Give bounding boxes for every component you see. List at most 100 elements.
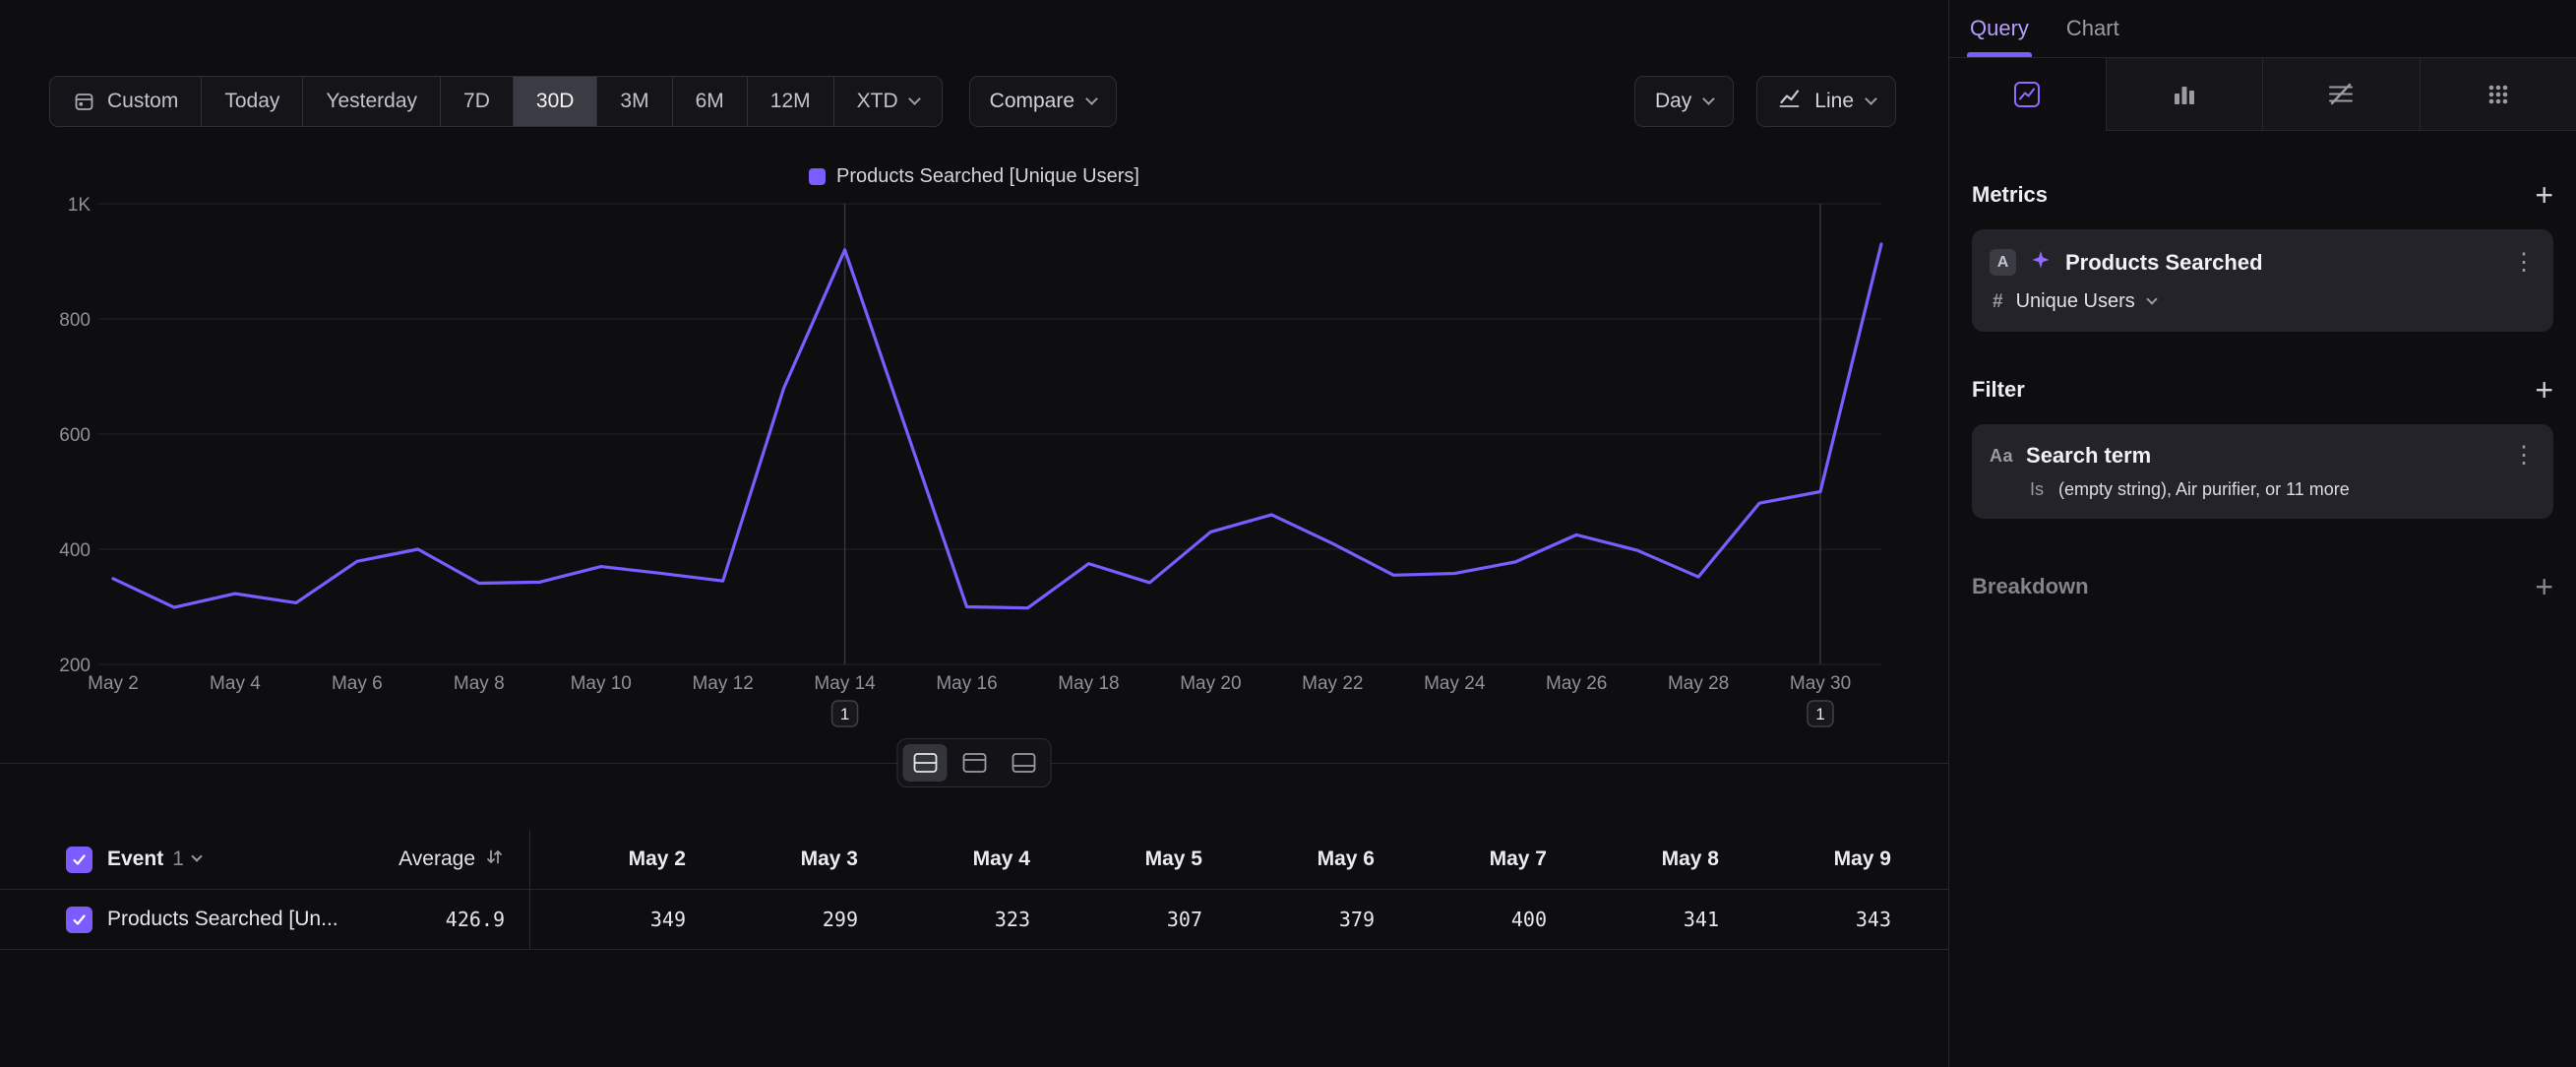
x-axis-tick-label: May 10 (571, 673, 632, 694)
add-metric-button[interactable]: + (2535, 182, 2553, 208)
metric-name[interactable]: Products Searched (2065, 250, 2499, 276)
metric-card[interactable]: A Products Searched ⋮ # Unique Users (1972, 229, 2553, 332)
range-label: XTD (857, 90, 898, 113)
range-6m-button[interactable]: 6M (672, 77, 747, 126)
sparkle-event-icon (2029, 248, 2053, 277)
kebab-menu-icon[interactable]: ⋮ (2512, 444, 2536, 468)
range-yesterday-button[interactable]: Yesterday (302, 77, 440, 126)
filter-property-name[interactable]: Search term (2026, 443, 2499, 469)
range-label: 6M (696, 90, 724, 113)
event-column-header[interactable]: Event 1 (107, 847, 353, 871)
metric-row: A Products Searched ⋮ (1990, 248, 2536, 277)
x-axis-tick-label: May 28 (1668, 673, 1729, 694)
check-icon (71, 851, 88, 868)
kebab-menu-icon[interactable]: ⋮ (2512, 251, 2536, 275)
date-column-header[interactable]: May 2 (530, 847, 686, 871)
date-column-header[interactable]: May 6 (1202, 847, 1375, 871)
metric-measure-row[interactable]: # Unique Users (1990, 290, 2536, 313)
event-count: 1 (172, 847, 184, 871)
row-checkbox[interactable] (66, 907, 92, 933)
add-filter-button[interactable]: + (2535, 377, 2553, 403)
date-column-header[interactable]: May 8 (1547, 847, 1719, 871)
table-header-row: Event 1 Average May 2May 3May 4May 5May … (0, 830, 1948, 890)
average-column-header[interactable]: Average (353, 847, 505, 873)
bar-chart-icon[interactable] (2106, 58, 2263, 131)
date-column-header[interactable]: May 9 (1719, 847, 1891, 871)
row-value-cell: 349 (530, 908, 686, 931)
tab-chart[interactable]: Chart (2066, 0, 2119, 57)
event-header-label: Event (107, 847, 163, 871)
date-column-header[interactable]: May 4 (858, 847, 1030, 871)
row-value-cell: 323 (858, 908, 1030, 931)
visualization-tabs (1949, 58, 2576, 131)
range-label: 12M (770, 90, 811, 113)
metrics-section-header: Metrics + (1972, 182, 2553, 208)
range-12m-button[interactable]: 12M (747, 77, 833, 126)
series-swatch (809, 168, 826, 185)
chart-toolbar: Custom Today Yesterday 7D 30D 3M 6M 12M XTD Comp… (49, 76, 1896, 127)
query-builder: Metrics + A Products Searched ⋮ # Unique… (1949, 182, 2576, 599)
row-event-name: Products Searched [Un... (107, 908, 338, 931)
table-row: Products Searched [Un... 426.9 349299323… (0, 890, 1948, 950)
row-value-cell: 307 (1030, 908, 1202, 931)
filter-value[interactable]: (empty string), Air purifier, or 11 more (2058, 479, 2350, 500)
series-legend-label: Products Searched [Unique Users] (836, 165, 1139, 188)
chart-type-button[interactable]: Line (1756, 76, 1896, 127)
range-label: 3M (620, 90, 648, 113)
app-root: Custom Today Yesterday 7D 30D 3M 6M 12M XTD Comp… (0, 0, 2576, 1067)
chevron-down-icon (2146, 293, 2157, 304)
filter-section-header: Filter + (1972, 377, 2553, 403)
add-breakdown-button[interactable]: + (2535, 574, 2553, 599)
range-label: 7D (463, 90, 490, 113)
range-label: Today (224, 90, 279, 113)
measure-selector[interactable]: Unique Users (2016, 290, 2135, 313)
sort-icon[interactable] (484, 847, 505, 873)
range-xtd-button[interactable]: XTD (833, 77, 942, 126)
row-value-cell: 379 (1202, 908, 1375, 931)
y-axis-tick-label: 1K (68, 195, 92, 216)
filter-card[interactable]: Aa Search term ⋮ Is (empty string), Air … (1972, 424, 2553, 519)
date-column-header[interactable]: May 3 (686, 847, 858, 871)
row-value-cell: 400 (1375, 908, 1547, 931)
breakdown-section-header: Breakdown + (1972, 574, 2553, 599)
row-event-cell[interactable]: Products Searched [Un... (107, 908, 353, 931)
metrics-title: Metrics (1972, 182, 2048, 208)
y-axis-tick-label: 800 (59, 310, 91, 331)
compare-label: Compare (990, 90, 1074, 113)
compare-button[interactable]: Compare (969, 76, 1117, 127)
x-axis-tick-label: May 4 (210, 673, 261, 694)
range-today-button[interactable]: Today (201, 77, 302, 126)
x-axis-tick-label: May 18 (1058, 673, 1119, 694)
x-axis-tick-label: May 12 (692, 673, 753, 694)
annotation-badge-label: 1 (1815, 705, 1824, 723)
x-axis-tick-label: May 22 (1302, 673, 1363, 694)
range-7d-button[interactable]: 7D (440, 77, 513, 126)
x-axis-tick-label: May 24 (1424, 673, 1486, 694)
series-letter-badge: A (1990, 249, 2016, 276)
layout-bottom-icon[interactable] (1002, 744, 1046, 782)
range-custom-button[interactable]: Custom (50, 77, 201, 126)
filter-operator[interactable]: Is (2030, 479, 2044, 500)
more-charts-icon[interactable] (2420, 58, 2576, 131)
insights-line-icon[interactable] (1949, 58, 2106, 131)
tab-query[interactable]: Query (1970, 0, 2029, 57)
filter-condition-row[interactable]: Is (empty string), Air purifier, or 11 m… (1990, 479, 2536, 500)
query-sidebar: Query Chart Metrics + A (1948, 0, 2576, 1067)
flows-table-icon[interactable] (2262, 58, 2420, 131)
date-column-header[interactable]: May 5 (1030, 847, 1202, 871)
granularity-button[interactable]: Day (1634, 76, 1734, 127)
chevron-down-icon (1085, 93, 1098, 105)
filter-row: Aa Search term ⋮ (1990, 443, 2536, 469)
chevron-down-icon (1865, 93, 1877, 105)
x-axis-tick-label: May 6 (332, 673, 383, 694)
date-column-header[interactable]: May 7 (1375, 847, 1547, 871)
layout-top-icon[interactable] (952, 744, 997, 782)
range-30d-button[interactable]: 30D (513, 77, 597, 126)
chevron-down-icon (908, 93, 921, 105)
range-3m-button[interactable]: 3M (596, 77, 671, 126)
select-all-checkbox[interactable] (66, 847, 92, 873)
layout-split-icon[interactable] (903, 744, 948, 782)
row-average-cell: 426.9 (353, 908, 505, 931)
row-value-cell: 299 (686, 908, 858, 931)
chart-type-label: Line (1814, 90, 1854, 113)
